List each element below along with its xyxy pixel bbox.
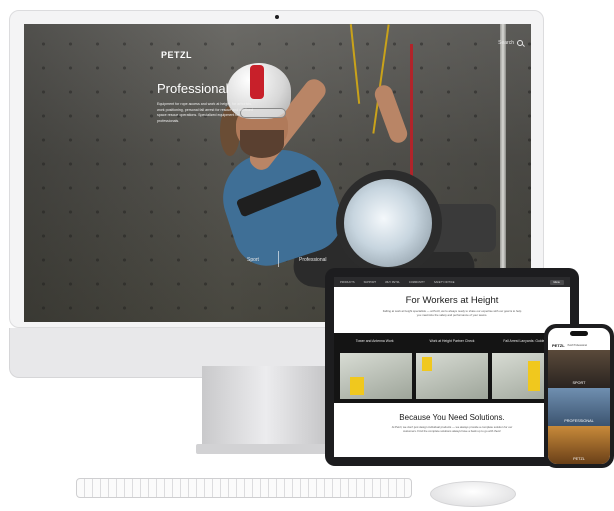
keyboard <box>76 478 412 498</box>
search-label: Search <box>498 40 514 46</box>
iphone-logo[interactable]: PETZL <box>552 343 565 348</box>
tile-label: SPORT <box>572 381 586 385</box>
floodlight-lens <box>344 179 432 267</box>
nav-item-support[interactable]: SUPPORT <box>364 281 377 284</box>
topic-image[interactable] <box>340 353 412 399</box>
topic-image[interactable] <box>416 353 488 399</box>
red-rope <box>410 44 413 194</box>
ipad-footer-title: Because You Need Solutions. <box>399 413 505 422</box>
nav-item-products[interactable]: PRODUCTS <box>340 281 355 284</box>
camera-icon <box>275 15 279 19</box>
search-button[interactable]: Search <box>498 40 523 46</box>
tile-label: PROFESSIONAL <box>564 419 594 423</box>
dynamic-island <box>570 331 588 336</box>
iphone-header-text: Petzl Professional <box>567 343 587 347</box>
search-icon <box>517 40 523 46</box>
tab-sport[interactable]: Sport <box>247 257 259 263</box>
ipad-device: PRODUCTS SUPPORT WHY PETZL COMMUNITY SAF… <box>325 268 579 466</box>
ipad-footer-text: At Petzl, we don't just design individua… <box>391 425 513 433</box>
imac-foot <box>196 444 336 454</box>
tile-professional[interactable]: PROFESSIONAL <box>548 388 610 426</box>
menu-button[interactable]: Menu <box>549 279 564 285</box>
tile-label: PETZL <box>573 457 585 461</box>
ipad-screen: PRODUCTS SUPPORT WHY PETZL COMMUNITY SAF… <box>334 277 570 457</box>
tile-petzl[interactable]: PETZL <box>548 426 610 464</box>
tab-divider <box>278 251 279 267</box>
hero-heading: Professional <box>157 81 229 96</box>
imac-stand <box>202 366 330 446</box>
nav-item-community[interactable]: COMMUNITY <box>409 281 425 284</box>
ipad-hero-text: Falling at work at height specialists — … <box>382 309 522 317</box>
helmet-stripe <box>250 65 264 99</box>
topic-partner-check[interactable]: Work at Height Partner Check <box>416 339 487 343</box>
topic-tower-antenna[interactable]: Tower and Antenna Work <box>339 339 410 343</box>
hero-description: Equipment for rope access and work at he… <box>157 102 253 123</box>
climber-beard <box>240 130 284 158</box>
tile-sport[interactable]: SPORT <box>548 350 610 388</box>
iphone-device: PETZL Petzl Professional SPORT PROFESSIO… <box>544 324 614 468</box>
ipad-topics-section: Tower and Antenna Work Work at Height Pa… <box>334 333 570 403</box>
nav-item-safety[interactable]: SAFETY NOTICE <box>434 281 455 284</box>
magic-mouse <box>430 481 516 507</box>
tab-professional[interactable]: Professional <box>299 257 327 263</box>
nav-item-why-petzl[interactable]: WHY PETZL <box>385 281 400 284</box>
ipad-navbar: PRODUCTS SUPPORT WHY PETZL COMMUNITY SAF… <box>334 277 570 287</box>
iphone-screen: PETZL Petzl Professional SPORT PROFESSIO… <box>548 328 610 464</box>
ipad-footer-section: Because You Need Solutions. At Petzl, we… <box>334 413 570 433</box>
site-logo[interactable]: PETZL <box>161 50 192 60</box>
ipad-hero: For Workers at Height Falling at work at… <box>334 287 570 333</box>
ipad-hero-title: For Workers at Height <box>405 295 499 306</box>
